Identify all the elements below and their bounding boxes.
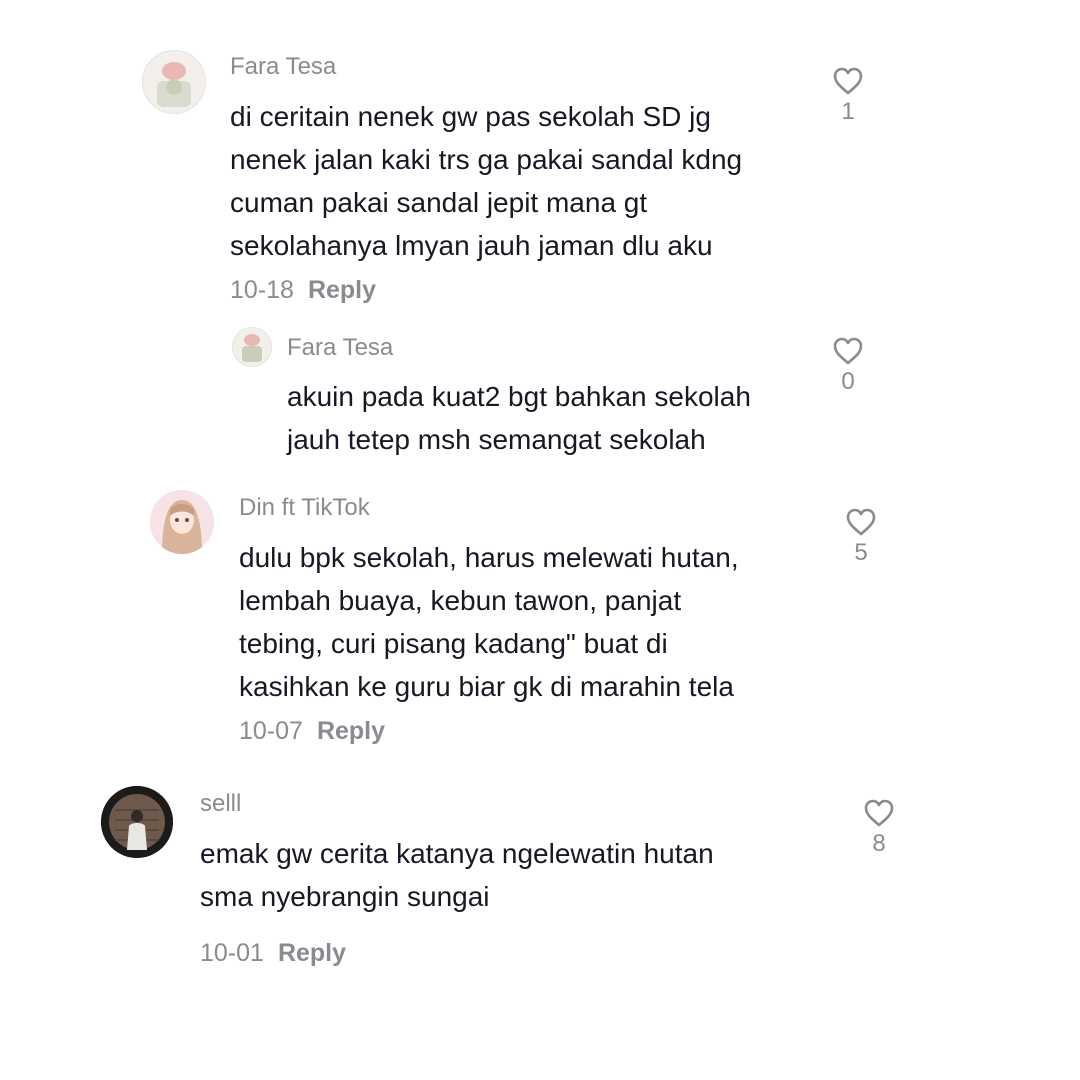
comment-date: 10-18 [230,276,294,304]
comment-text-line: di ceritain nenek gw pas sekolah SD jg [230,101,711,132]
avatar-photo-icon [143,51,205,113]
comment-username[interactable]: selll [200,790,241,818]
comment-text: akuin pada kuat2 bgt bahkan sekolah jauh… [287,375,751,461]
like-button[interactable]: 5 [831,507,891,567]
reply-button[interactable]: Reply [308,276,376,304]
comment-date: 10-01 [200,939,264,967]
comment-username[interactable]: Din ft TikTok [239,494,370,522]
comment-meta: 10-01 Reply [200,939,346,968]
avatar[interactable] [142,50,206,114]
avatar-anime-girl-icon [150,490,214,554]
comment-text: dulu bpk sekolah, harus melewati hutan, … [239,536,739,708]
avatar[interactable] [150,490,214,554]
comment-text: di ceritain nenek gw pas sekolah SD jg n… [230,95,742,267]
like-count: 1 [841,98,855,125]
reply-button[interactable]: Reply [317,717,385,745]
comment-text-line: lembah buaya, kebun tawon, panjat [239,585,682,616]
avatar[interactable] [232,327,272,367]
like-count: 8 [872,830,886,857]
heart-outline-icon [833,67,863,95]
comment-text-line: sekolahanya lmyan jauh jaman dlu aku [230,230,713,261]
comment-username[interactable]: Fara Tesa [287,334,393,362]
comment-text-line: tebing, curi pisang kadang" buat di [239,628,668,659]
comment-date: 10-07 [239,717,303,745]
comment-text-line: dulu bpk sekolah, harus melewati hutan, [239,542,739,573]
comment-text-line: nenek jalan kaki trs ga pakai sandal kdn… [230,144,743,175]
comment-text-line: sma nyebrangin sungai [200,881,490,912]
like-count: 0 [841,368,855,395]
like-count: 5 [854,539,868,566]
comment-text-line: jauh tetep msh semangat sekolah [287,424,706,455]
heart-outline-icon [833,337,863,365]
like-button[interactable]: 8 [849,798,909,858]
comment-text-line: akuin pada kuat2 bgt bahkan sekolah [287,381,751,412]
avatar-photo-icon [233,328,271,366]
like-button[interactable]: 0 [818,336,878,396]
comment-text-line: emak gw cerita katanya ngelewatin hutan [200,838,714,869]
comment-meta: 10-18 Reply [230,276,376,305]
comment-text-line: kasihkan ke guru biar gk di marahin tela [239,671,734,702]
comment-username[interactable]: Fara Tesa [230,53,336,81]
comment-text: emak gw cerita katanya ngelewatin hutan … [200,832,714,918]
comment-text-line: cuman pakai sandal jepit mana gt [230,187,648,218]
comment-meta: 10-07 Reply [239,717,385,746]
heart-outline-icon [864,799,894,827]
avatar[interactable] [101,786,173,858]
avatar-person-icon [101,786,173,858]
heart-outline-icon [846,508,876,536]
like-button[interactable]: 1 [818,66,878,126]
reply-button[interactable]: Reply [278,939,346,967]
